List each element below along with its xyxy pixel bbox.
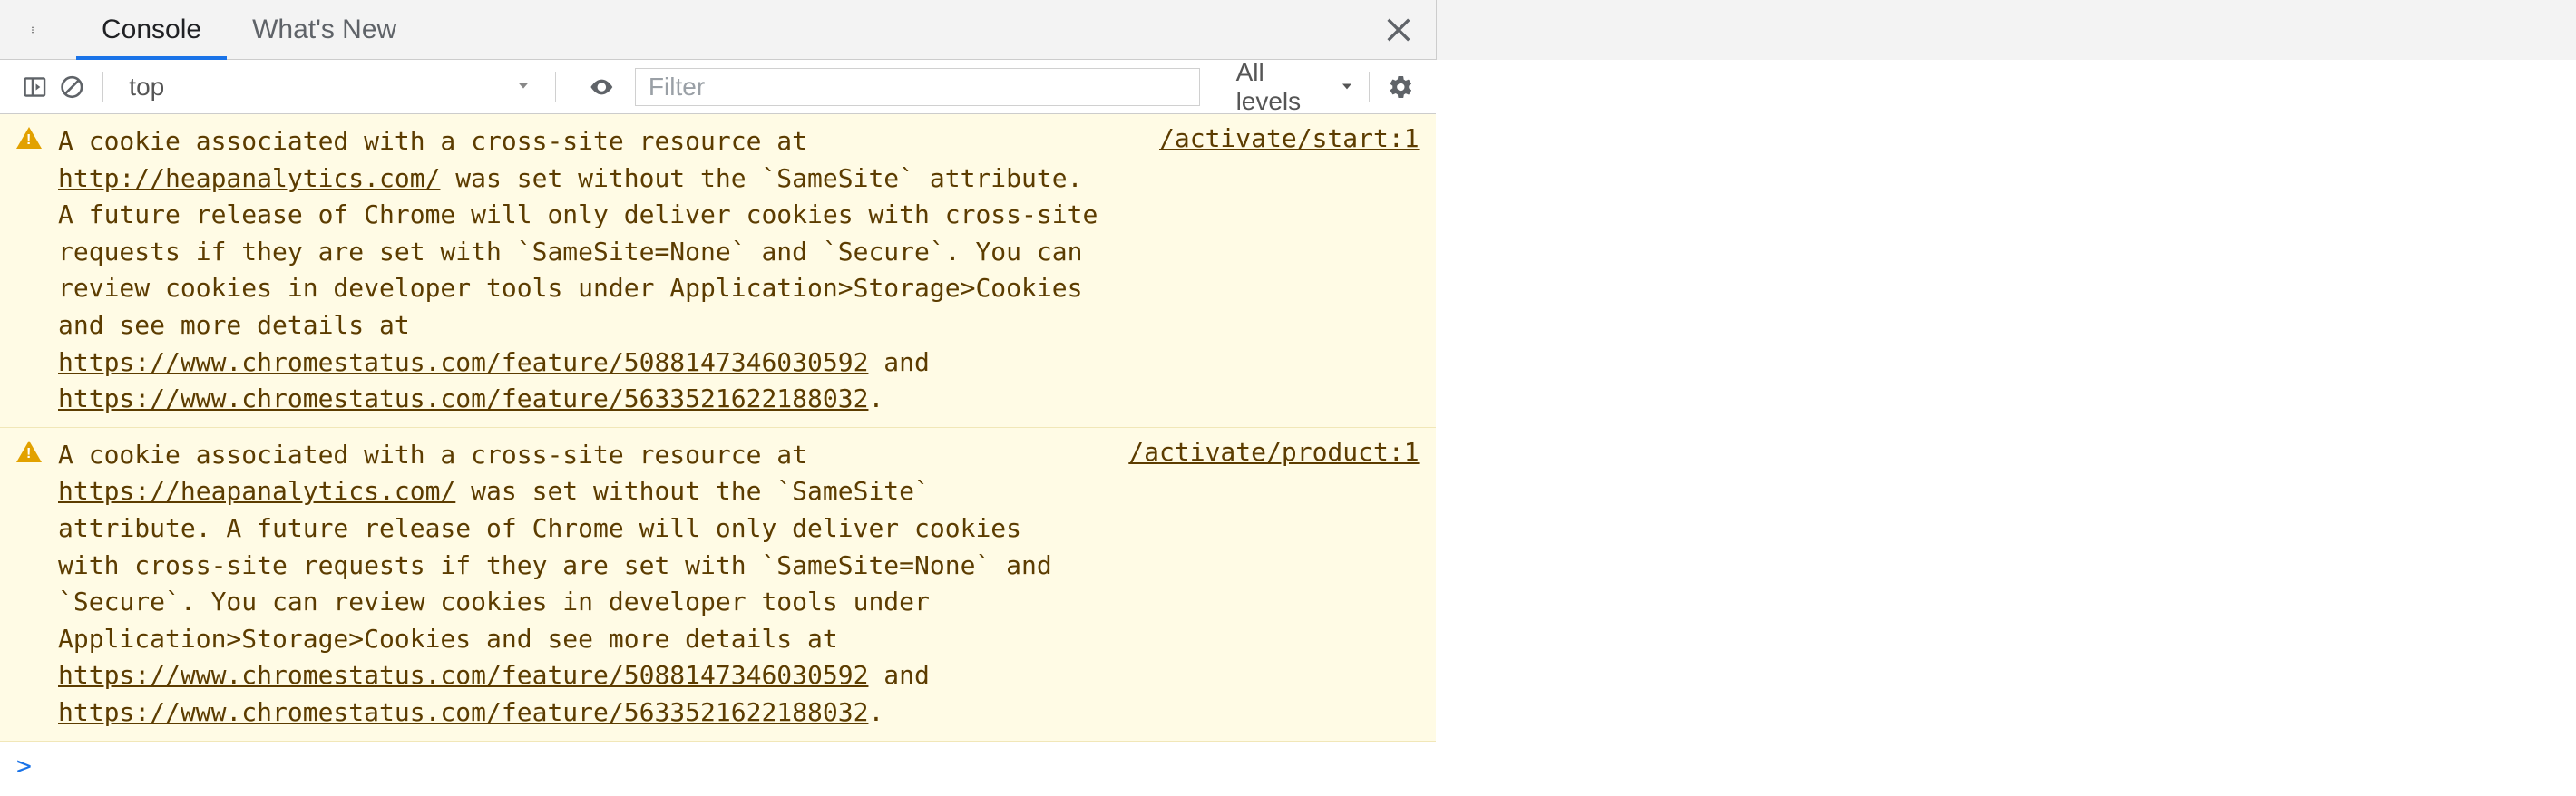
filter-input[interactable] <box>635 68 1200 106</box>
separator <box>555 72 556 102</box>
tab-whats-new[interactable]: What's New <box>227 0 422 59</box>
link[interactable]: https://www.chromestatus.com/feature/563… <box>58 383 868 413</box>
clear-console-icon[interactable] <box>54 69 91 105</box>
link[interactable]: https://www.chromestatus.com/feature/508… <box>58 660 868 690</box>
tab-label: Console <box>102 15 201 45</box>
secondary-pane <box>1436 0 2576 60</box>
link[interactable]: https://heapanalytics.com/ <box>58 476 455 506</box>
more-menu-icon[interactable] <box>15 12 51 48</box>
live-expression-icon[interactable] <box>583 69 620 105</box>
warning-message: A cookie associated with a cross-site re… <box>58 123 1110 418</box>
console-warning-entry: A cookie associated with a cross-site re… <box>0 114 1436 428</box>
context-value: top <box>129 73 164 102</box>
tab-label: What's New <box>252 15 396 45</box>
levels-label: All levels <box>1236 58 1331 116</box>
link[interactable]: http://heapanalytics.com/ <box>58 163 440 193</box>
link[interactable]: https://www.chromestatus.com/feature/563… <box>58 697 868 727</box>
separator <box>1369 72 1370 102</box>
separator <box>102 72 103 102</box>
tab-console[interactable]: Console <box>76 0 227 59</box>
prompt-caret: > <box>16 751 32 781</box>
console-prompt[interactable]: > <box>0 742 1436 790</box>
close-icon[interactable] <box>1376 7 1421 53</box>
warning-message: A cookie associated with a cross-site re… <box>58 437 1079 732</box>
console-toolbar: top All levels <box>0 60 1436 114</box>
source-link[interactable]: /activate/start:1 <box>1123 123 1420 418</box>
chevron-down-icon <box>513 73 533 102</box>
link[interactable]: https://www.chromestatus.com/feature/508… <box>58 347 868 377</box>
warning-icon <box>16 441 45 732</box>
source-link[interactable]: /activate/product:1 <box>1092 437 1419 732</box>
warning-icon <box>16 127 45 418</box>
console-log: A cookie associated with a cross-site re… <box>0 114 1436 790</box>
settings-icon[interactable] <box>1382 69 1420 105</box>
devtools-tabbar: Console What's New <box>0 0 1436 60</box>
console-warning-entry: A cookie associated with a cross-site re… <box>0 428 1436 742</box>
chevron-down-icon <box>1338 73 1356 102</box>
log-levels-selector[interactable]: All levels <box>1236 58 1356 116</box>
toggle-sidebar-icon[interactable] <box>16 69 54 105</box>
context-selector[interactable]: top <box>116 69 542 105</box>
